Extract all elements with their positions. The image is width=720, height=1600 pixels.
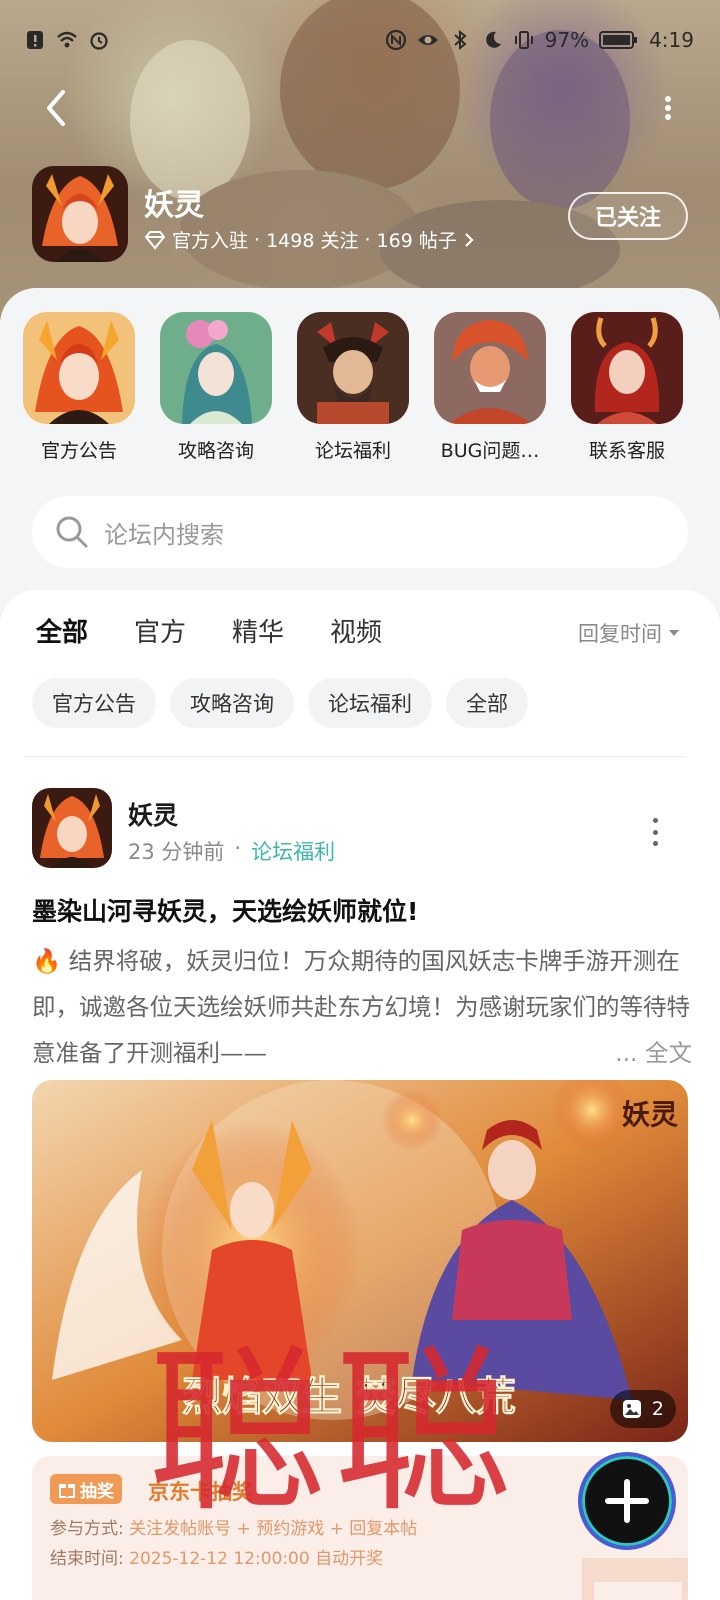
- cover-logo-text: 妖灵: [622, 1098, 678, 1131]
- lottery-end-label: 结束时间:: [50, 1549, 124, 1569]
- fox-spirit-avatar-icon: [32, 788, 112, 868]
- vibrate-icon: [514, 31, 533, 49]
- create-post-button[interactable]: [578, 1452, 676, 1550]
- dot-separator: ·: [234, 836, 242, 860]
- lottery-join-row: 参与方式: 关注发帖账号 + 预约游戏 + 回复本帖: [50, 1514, 417, 1539]
- forum-name: 妖灵: [144, 188, 204, 223]
- eye-icon: [417, 35, 438, 45]
- official-tag: 官方入驻: [172, 230, 249, 252]
- forum-header-banner: 97% 4:19 妖灵 官方入驻 · 1498 关注 · 169 帖子 已关注: [0, 0, 720, 320]
- wifi-icon: [57, 31, 77, 48]
- forum-panel: 官方公告 攻略咨询 论坛福利 BUG问题… 联系客服 论坛内搜索 全部 官方 精…: [0, 288, 720, 1600]
- moon-icon: [485, 31, 501, 48]
- fox-spirit-avatar-icon: [32, 166, 128, 262]
- back-button[interactable]: [34, 86, 78, 130]
- lottery-tag: 抽奖: [50, 1474, 122, 1504]
- post-excerpt-text: 🔥 结界将破，妖灵归位！万众期待的国风妖志卡牌手游开测在即，诚邀各位天选绘妖师共…: [32, 947, 690, 1067]
- battery-icon: [599, 31, 638, 49]
- followers-count: 1498 关注: [266, 230, 359, 252]
- nfc-icon: [385, 29, 406, 51]
- post-meta: 23 分钟前 · 论坛福利: [128, 836, 335, 866]
- follow-button[interactable]: 已关注: [568, 192, 688, 240]
- bluetooth-icon: [453, 29, 467, 51]
- post-board-link[interactable]: 论坛福利: [251, 836, 335, 866]
- plus-icon: [605, 1479, 649, 1523]
- read-full-link[interactable]: ... 全文: [615, 1030, 692, 1076]
- forum-stats[interactable]: 官方入驻 · 1498 关注 · 169 帖子: [144, 226, 475, 253]
- alarm-icon: [90, 32, 108, 50]
- chevron-left-icon: [47, 90, 65, 126]
- post-item[interactable]: 妖灵 23 分钟前 · 论坛福利 墨染山河寻妖灵，天选绘妖师就位! 🔥 结界将破…: [0, 300, 720, 1600]
- lottery-end-row: 结束时间: 2025-12-12 12:00:00 自动开奖: [50, 1544, 383, 1569]
- post-author-avatar[interactable]: [32, 788, 112, 868]
- lottery-join-value: 关注发帖账号 + 预约游戏 + 回复本帖: [129, 1519, 418, 1539]
- image-count-badge: 2: [609, 1390, 676, 1428]
- more-options-button[interactable]: [656, 92, 680, 124]
- post-author-name[interactable]: 妖灵: [128, 796, 178, 832]
- post-excerpt: 🔥 结界将破，妖灵归位！万众期待的国风妖志卡牌手游开测在即，诚邀各位天选绘妖师共…: [32, 938, 692, 1076]
- image-icon: [622, 1400, 641, 1418]
- clock: 4:19: [649, 28, 694, 52]
- lottery-end-value: 2025-12-12 12:00:00 自动开奖: [129, 1549, 384, 1569]
- post-time: 23 分钟前: [128, 840, 225, 864]
- dot-separator: ·: [254, 228, 261, 251]
- lottery-title: 京东卡抽奖: [148, 1480, 253, 1504]
- post-more-button[interactable]: [650, 818, 660, 846]
- status-bar: 97% 4:19: [0, 22, 720, 58]
- image-count: 2: [651, 1398, 664, 1420]
- diamond-icon: [144, 230, 166, 250]
- battery-percent: 97%: [544, 28, 590, 52]
- dot-separator: ·: [364, 228, 371, 251]
- lottery-join-label: 参与方式:: [50, 1519, 124, 1539]
- alert-icon: [27, 31, 43, 49]
- forum-avatar: [32, 166, 128, 262]
- gift-icon: [59, 1484, 75, 1498]
- feed-card: 全部 官方 精华 视频 回复时间 官方公告 攻略咨询 论坛福利 全部 妖灵 23…: [0, 590, 720, 1600]
- cover-slogan-text: 烈焰双生 焚尽八荒: [182, 1373, 516, 1420]
- ellipsis: ...: [615, 1039, 638, 1067]
- full-text-label: 全文: [645, 1039, 692, 1067]
- chevron-right-icon: [465, 232, 474, 247]
- lottery-tag-label: 抽奖: [80, 1481, 114, 1502]
- game-artwork-image: 妖灵 烈焰双生 焚尽八荒: [32, 1080, 688, 1442]
- posts-count: 169 帖子: [376, 230, 457, 252]
- post-cover-image[interactable]: 妖灵 烈焰双生 焚尽八荒 2: [32, 1080, 688, 1442]
- post-title: 墨染山河寻妖灵，天选绘妖师就位!: [32, 897, 419, 926]
